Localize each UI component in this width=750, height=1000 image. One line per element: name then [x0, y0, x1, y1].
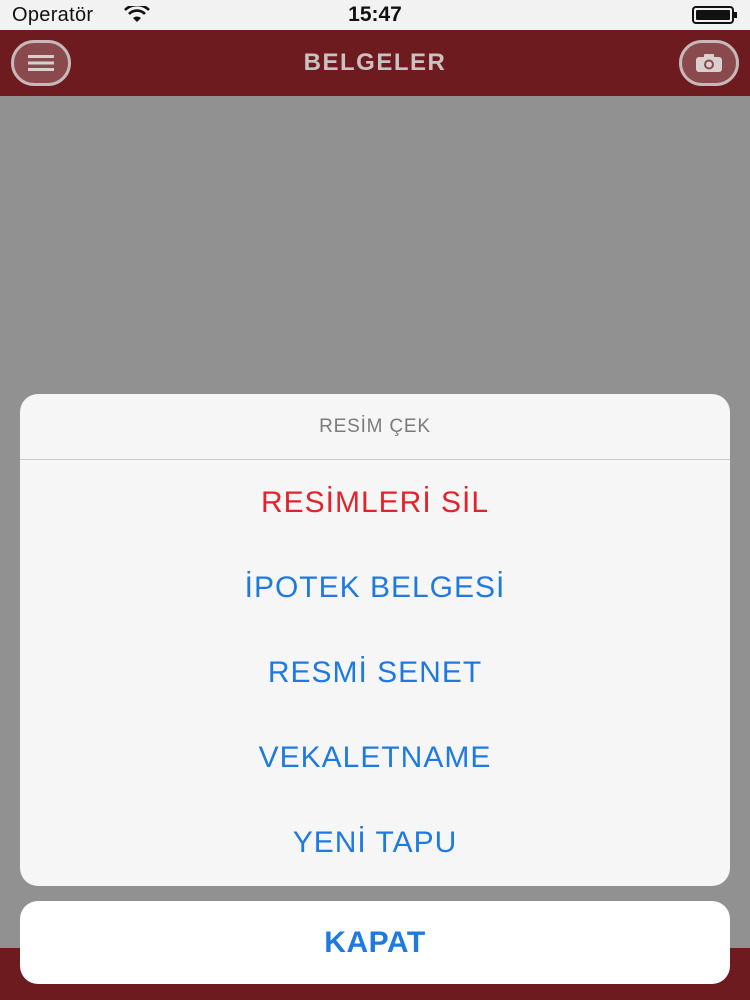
status-bar: Operatör 15:47	[0, 0, 750, 30]
camera-button[interactable]	[679, 40, 739, 86]
close-button[interactable]: KAPAT	[20, 901, 730, 984]
official-deed-button[interactable]: RESMİ SENET	[20, 630, 730, 715]
action-sheet: RESİM ÇEK RESİMLERİ SİL İPOTEK BELGESİ R…	[20, 394, 730, 886]
new-title-deed-button[interactable]: YENİ TAPU	[20, 800, 730, 885]
page-title: BELGELER	[303, 49, 447, 76]
nav-bar: BELGELER	[0, 30, 750, 96]
power-of-attorney-button[interactable]: VEKALETNAME	[20, 715, 730, 800]
mortgage-document-button[interactable]: İPOTEK BELGESİ	[20, 545, 730, 630]
delete-images-button[interactable]: RESİMLERİ SİL	[20, 460, 730, 545]
action-sheet-title: RESİM ÇEK	[20, 394, 730, 460]
camera-icon	[696, 54, 722, 72]
status-time: 15:47	[348, 3, 402, 26]
battery-icon	[692, 6, 737, 24]
